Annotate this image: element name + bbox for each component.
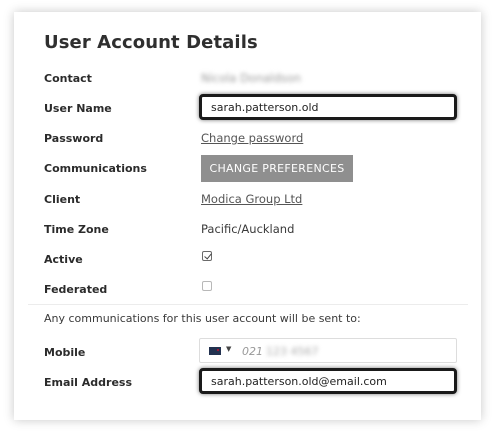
email-input[interactable] [199, 368, 457, 394]
contact-value: Nicola Donaldson [201, 71, 302, 85]
username-input[interactable] [199, 94, 457, 120]
mobile-label: Mobile [44, 346, 86, 359]
federated-checkbox[interactable] [202, 281, 212, 291]
page-title: User Account Details [44, 32, 258, 53]
email-label: Email Address [44, 376, 133, 389]
nz-flag-icon[interactable] [209, 347, 221, 355]
timezone-label: Time Zone [44, 223, 109, 236]
mobile-input[interactable]: ▼ 021 123 4567 [199, 338, 457, 363]
change-preferences-button[interactable]: CHANGE PREFERENCES [201, 155, 353, 182]
mobile-prefix: 021 [242, 345, 263, 358]
communications-label: Communications [44, 162, 147, 175]
active-label: Active [44, 253, 83, 266]
client-label: Client [44, 193, 81, 206]
section-divider [28, 304, 468, 305]
active-checkbox[interactable] [202, 251, 212, 261]
mobile-number: 123 4567 [266, 345, 319, 358]
username-label: User Name [44, 102, 112, 115]
password-label: Password [44, 132, 104, 145]
user-account-card: User Account Details Contact Nicola Dona… [14, 12, 481, 420]
timezone-value: Pacific/Auckland [201, 222, 295, 236]
communications-notice: Any communications for this user account… [44, 312, 361, 325]
federated-label: Federated [44, 283, 108, 296]
chevron-down-icon[interactable]: ▼ [226, 345, 231, 353]
change-password-link[interactable]: Change password [201, 131, 303, 145]
client-link[interactable]: Modica Group Ltd [201, 192, 302, 206]
contact-label: Contact [44, 72, 92, 85]
